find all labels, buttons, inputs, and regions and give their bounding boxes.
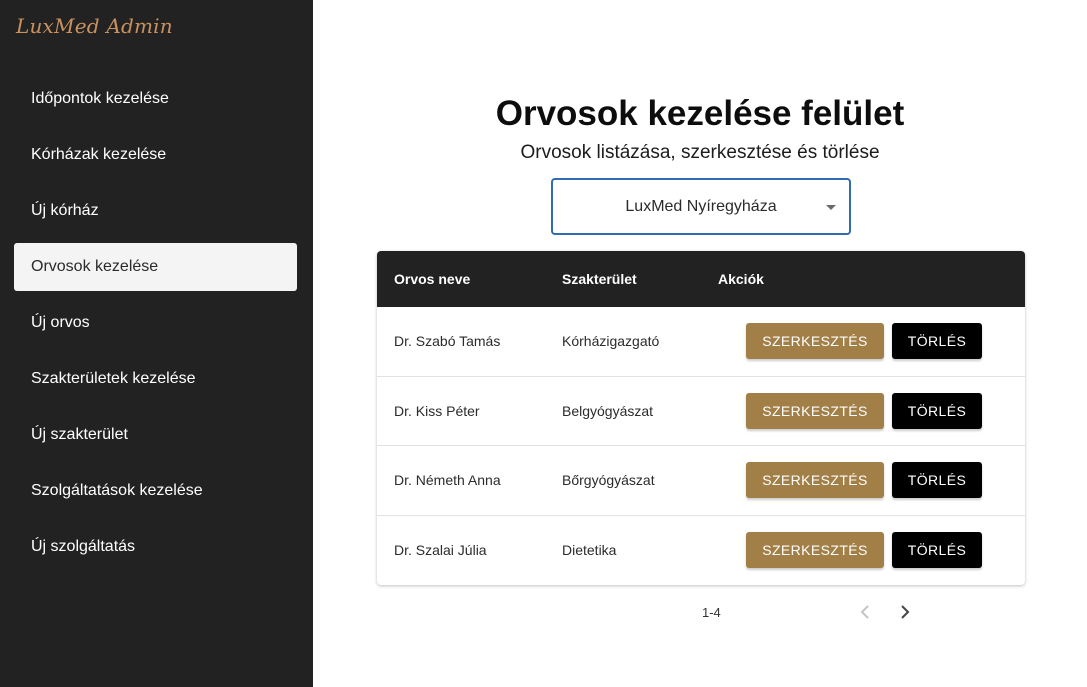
row-actions: SZERKESZTÉS TÖRLÉS (702, 462, 1025, 499)
edit-button[interactable]: SZERKESZTÉS (746, 462, 884, 499)
sidebar-item-services[interactable]: Szolgáltatások kezelése (14, 467, 297, 515)
chevron-right-icon[interactable] (893, 600, 917, 624)
sidebar-item-new-specialty[interactable]: Új szakterület (14, 411, 297, 459)
doctor-specialty: Bőrgyógyászat (562, 472, 655, 489)
pagination-range: 1-4 (702, 605, 721, 620)
doctor-name: Dr. Németh Anna (394, 472, 501, 489)
caret-down-icon (826, 205, 836, 210)
delete-button[interactable]: TÖRLÉS (892, 323, 982, 360)
hospital-select[interactable]: LuxMed Nyíregyháza (551, 178, 851, 235)
doctor-name: Dr. Szalai Júlia (394, 542, 487, 559)
pagination: 1-4 (377, 598, 1025, 626)
delete-button[interactable]: TÖRLÉS (892, 532, 982, 569)
sidebar-item-appointments[interactable]: Időpontok kezelése (14, 75, 297, 123)
table-row: Dr. Németh Anna Bőrgyógyászat SZERKESZTÉ… (377, 446, 1025, 516)
edit-button[interactable]: SZERKESZTÉS (746, 323, 884, 360)
sidebar: LuxMed Admin Időpontok kezelése Kórházak… (0, 0, 313, 687)
doctor-specialty: Dietetika (562, 542, 617, 559)
column-header-specialty: Szakterület (562, 271, 637, 287)
sidebar-item-new-service[interactable]: Új szolgáltatás (14, 523, 297, 571)
doctor-name: Dr. Kiss Péter (394, 402, 480, 419)
table-row: Dr. Szabó Tamás Kórházigazgató SZERKESZT… (377, 307, 1025, 377)
page-title: Orvosok kezelése felület (495, 94, 905, 133)
sidebar-item-new-hospital[interactable]: Új kórház (14, 187, 297, 235)
sidebar-item-hospitals[interactable]: Kórházak kezelése (14, 131, 297, 179)
sidebar-nav: Időpontok kezelése Kórházak kezelése Új … (14, 75, 297, 579)
row-actions: SZERKESZTÉS TÖRLÉS (702, 323, 1025, 360)
edit-button[interactable]: SZERKESZTÉS (746, 392, 884, 429)
doctor-name: Dr. Szabó Tamás (394, 333, 501, 350)
sidebar-item-new-doctor[interactable]: Új orvos (14, 299, 297, 347)
doctors-table: Orvos neve Szakterület Akciók Dr. Szabó … (377, 251, 1025, 585)
table-row: Dr. Szalai Júlia Dietetika SZERKESZTÉS T… (377, 516, 1025, 586)
doctor-specialty: Belgyógyászat (562, 402, 654, 419)
delete-button[interactable]: TÖRLÉS (892, 462, 982, 499)
table-header: Orvos neve Szakterület Akciók (377, 251, 1025, 307)
page-subtitle: Orvosok listázása, szerkesztése és törlé… (520, 142, 880, 163)
row-actions: SZERKESZTÉS TÖRLÉS (702, 392, 1025, 429)
row-actions: SZERKESZTÉS TÖRLÉS (702, 532, 1025, 569)
delete-button[interactable]: TÖRLÉS (892, 392, 982, 429)
table-row: Dr. Kiss Péter Belgyógyászat SZERKESZTÉS… (377, 377, 1025, 446)
main-content: Orvosok kezelése felület Orvosok listázá… (313, 0, 1087, 687)
chevron-left-icon[interactable] (853, 600, 877, 624)
edit-button[interactable]: SZERKESZTÉS (746, 532, 884, 569)
doctor-specialty: Kórházigazgató (562, 333, 660, 350)
hospital-select-value: LuxMed Nyíregyháza (625, 197, 777, 215)
column-header-actions: Akciók (718, 271, 764, 287)
brand-logo[interactable]: LuxMed Admin (16, 14, 173, 38)
column-header-name: Orvos neve (394, 271, 471, 287)
sidebar-item-doctors[interactable]: Orvosok kezelése (14, 243, 297, 291)
sidebar-item-specialties[interactable]: Szakterületek kezelése (14, 355, 297, 403)
